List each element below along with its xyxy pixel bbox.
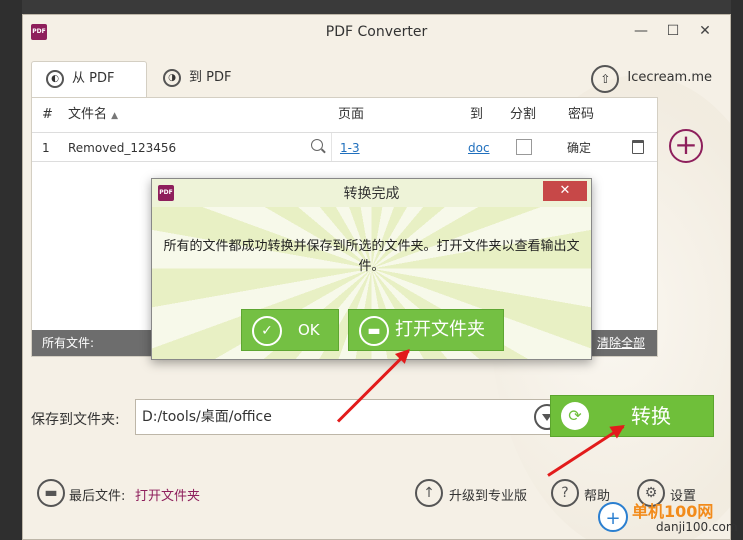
format-link[interactable]: doc [468,133,490,163]
icecream-logo-icon: ⇧ [591,65,620,93]
sort-up-icon: ▲ [111,111,119,121]
header-num: # [42,107,53,122]
header-pages: 页面 [338,107,365,122]
folder-icon: ▬ [359,316,389,346]
all-files-label: 所有文件: [42,336,95,350]
ok-button[interactable]: ✓ OK [241,309,339,351]
filename-cell: Removed_123456 [62,133,332,161]
convert-button[interactable]: ⟳ 转换 [550,395,714,437]
icecream-label: Icecream.me [627,70,712,85]
table-row: 1 Removed_123456 1-3 doc 确定 [32,132,657,162]
desktop-right-edge [731,0,743,540]
header-filename-label: 文件名 [68,107,108,122]
output-path-value: D:/tools/桌面/office [142,409,272,425]
tab-to-pdf-label: 到 PDF [189,70,232,85]
table-header: # 文件名 ▲ 页面 到 分割 密码 [32,98,657,132]
ok-label: OK [298,321,320,339]
search-icon[interactable] [311,139,323,151]
dialog-message: 所有的文件都成功转换并保存到所选的文件夹。打开文件夹以查看输出文件。 [163,239,580,274]
arrow-up-icon[interactable]: ↑ [415,479,443,507]
trash-icon[interactable] [632,140,644,154]
tab-from-pdf[interactable]: ◐ 从 PDF [31,61,147,97]
refresh-icon: ⟳ [561,402,589,430]
open-folder-label: 打开文件夹 [395,319,485,340]
site-watermark: + 单机100网 danji100.com [598,498,743,540]
folder-icon[interactable]: ▬ [37,479,65,507]
open-folder-button[interactable]: ▬ 打开文件夹 [348,309,504,351]
header-password: 密码 [568,107,595,122]
watermark-title: 单机100网 [632,502,714,521]
to-pdf-icon: ◑ [163,69,181,87]
check-icon: ✓ [252,316,282,346]
row-num: 1 [42,141,50,155]
desktop-left-edge [0,0,22,540]
save-to-label: 保存到文件夹: [31,412,120,428]
from-pdf-icon: ◐ [46,70,64,88]
recent-label: 最后文件: [69,489,126,504]
minimize-button[interactable]: — [629,20,653,42]
password-button[interactable]: 确定 [567,133,591,163]
recent-open-folder-link[interactable]: 打开文件夹 [135,485,200,504]
dialog-close-button[interactable]: ✕ [543,181,587,201]
header-split: 分割 [510,107,537,122]
maximize-button[interactable]: ☐ [661,20,685,42]
add-file-button[interactable]: + [669,129,703,163]
split-checkbox[interactable] [516,139,532,155]
conversion-complete-dialog: PDF 转换完成 ✕ 所有的文件都成功转换并保存到所选的文件夹。打开文件夹以查看… [151,178,592,360]
tab-from-pdf-label: 从 PDF [72,71,115,86]
header-filename[interactable]: 文件名 ▲ [68,98,118,133]
pages-link[interactable]: 1-3 [340,133,360,163]
watermark-url: danji100.com [656,520,738,534]
watermark-logo-icon: + [598,502,628,532]
dialog-title: 转换完成 [343,186,400,202]
upgrade-link[interactable]: 升级到专业版 [449,485,527,504]
help-icon[interactable]: ? [551,479,579,507]
convert-label: 转换 [631,404,671,428]
filename: Removed_123456 [68,141,177,155]
icecream-link[interactable]: ⇧ Icecream.me [591,65,712,93]
window-title: PDF Converter [325,24,428,40]
clear-all-label: 清除全部 [596,336,645,350]
title-bar: PDF PDF Converter — ☐ ✕ [23,15,730,49]
tab-to-pdf[interactable]: ◑ 到 PDF [149,61,245,97]
header-to: 到 [470,107,484,122]
close-button[interactable]: ✕ [693,20,717,42]
